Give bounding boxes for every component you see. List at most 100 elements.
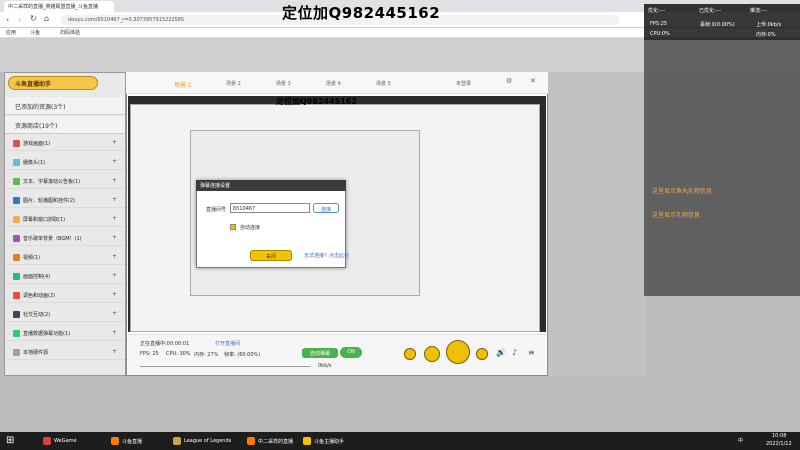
- camera-icon[interactable]: [404, 348, 416, 360]
- close-icon[interactable]: ✕: [530, 77, 536, 85]
- category-label: 图片、轮播图和挂件(2): [23, 198, 76, 204]
- resource-category[interactable]: 摄像头(1) +: [5, 155, 125, 170]
- app-icon: [247, 437, 255, 445]
- category-icon: [13, 140, 20, 147]
- windows-taskbar: ⊞ WeGame 斗鱼直播 League of Legends 中二采样的直播 斗鱼主播…: [0, 432, 800, 450]
- home-icon[interactable]: ⌂: [44, 14, 49, 23]
- add-icon[interactable]: +: [112, 158, 117, 165]
- add-icon[interactable]: +: [112, 215, 117, 222]
- category-label: 调色和动画(2): [23, 293, 56, 299]
- connect-button[interactable]: 连接: [313, 203, 339, 213]
- add-icon[interactable]: +: [112, 310, 117, 317]
- add-icon[interactable]: +: [112, 234, 117, 241]
- tab-scene-3[interactable]: 场景 3: [276, 80, 291, 87]
- room-input[interactable]: 6510467: [230, 203, 310, 213]
- reload-icon[interactable]: ↻: [30, 14, 37, 23]
- add-icon[interactable]: +: [112, 196, 117, 203]
- watermark-text: 定位加Q982445162: [282, 4, 441, 22]
- status-mem: 内存: 27%: [194, 352, 219, 358]
- add-icon[interactable]: +: [112, 272, 117, 279]
- resource-category[interactable]: 音乐歌单背景（BGM）(1) +: [5, 231, 125, 246]
- add-icon[interactable]: +: [112, 253, 117, 260]
- add-icon[interactable]: +: [112, 291, 117, 298]
- taskbar-app[interactable]: 中二采样的直播: [244, 434, 297, 448]
- taskbar-app[interactable]: WeGame: [40, 434, 81, 448]
- volume-icon[interactable]: 🔊: [496, 348, 506, 357]
- perf-upload: 上传:0kb/s: [756, 22, 782, 28]
- clock-date[interactable]: 2022/1/12: [766, 441, 792, 447]
- dialog-close-button[interactable]: 关闭: [250, 250, 292, 261]
- speaker-icon[interactable]: ♪: [512, 348, 517, 357]
- upload-rate: 0kb/s: [318, 363, 332, 369]
- category-label: 社交互动(2): [23, 312, 51, 318]
- back-icon[interactable]: ‹: [6, 15, 9, 24]
- tab-scene-2[interactable]: 场景 2: [226, 80, 241, 87]
- category-icon: [13, 273, 20, 280]
- category-icon: [13, 197, 20, 204]
- bookmark-douyu[interactable]: 斗鱼: [30, 29, 40, 36]
- taskbar-app[interactable]: 斗鱼主播助手: [300, 434, 348, 448]
- forward-icon[interactable]: ›: [18, 15, 21, 24]
- app-icon: [43, 437, 51, 445]
- user-status[interactable]: 未登录: [456, 80, 471, 87]
- taskbar-app[interactable]: 斗鱼直播: [108, 434, 146, 448]
- bookmark-scan[interactable]: 扫码体验: [60, 29, 80, 36]
- status-bandwidth: 帧率: (60.00%): [224, 352, 261, 358]
- resource-category[interactable]: 文本、字幕滚动公告板(1) +: [5, 174, 125, 189]
- add-icon[interactable]: +: [112, 348, 117, 355]
- auto-connect-checkbox[interactable]: [230, 224, 236, 230]
- tab-scene-5[interactable]: 场景 5: [376, 80, 391, 87]
- category-icon: [13, 178, 20, 185]
- resource-category[interactable]: 视频(1) +: [5, 250, 125, 265]
- taskbar-app-label: 斗鱼主播助手: [314, 439, 345, 445]
- open-room-link[interactable]: 打开直播间: [215, 340, 240, 347]
- add-icon[interactable]: +: [112, 177, 117, 184]
- resource-category[interactable]: 调色和动画(2) +: [5, 288, 125, 303]
- resource-category[interactable]: 屏幕和窗口抓取(1) +: [5, 212, 125, 227]
- tab-scene-4[interactable]: 场景 4: [326, 80, 341, 87]
- ime-indicator[interactable]: 中: [738, 437, 743, 444]
- resource-category[interactable]: 图片、轮播图和挂件(2) +: [5, 193, 125, 208]
- resource-category[interactable]: 本地硬件源 +: [5, 345, 125, 360]
- add-icon[interactable]: +: [112, 139, 117, 146]
- perf-h1: 优化:---: [648, 8, 666, 14]
- taskbar-app-label: WeGame: [54, 438, 77, 444]
- resource-category[interactable]: 游戏画面(1) +: [5, 136, 125, 151]
- resource-category[interactable]: 社交互动(2) +: [5, 307, 125, 322]
- record-icon[interactable]: [424, 346, 440, 362]
- browser-tab[interactable]: 中二采样的直播_英雄联盟直播_斗鱼直播: [4, 1, 114, 12]
- perf-fps: FPS:25: [650, 21, 668, 27]
- taskbar-app[interactable]: League of Legends: [170, 434, 235, 448]
- help-link[interactable]: 无法连接？点击此处: [304, 252, 349, 259]
- auto-danmu-toggle[interactable]: 自动弹幕: [302, 348, 338, 358]
- category-icon: [13, 349, 20, 356]
- auto-connect-label: 自动连接: [240, 225, 261, 231]
- category-icon: [13, 311, 20, 318]
- perf-cpu: CPU:0%: [650, 31, 670, 37]
- category-icon: [13, 330, 20, 337]
- resource-category[interactable]: 画面控制(4) +: [5, 269, 125, 284]
- add-icon[interactable]: +: [112, 329, 117, 336]
- resource-category[interactable]: 直播数据弹幕功能(1) +: [5, 326, 125, 341]
- start-stream-button[interactable]: [446, 340, 470, 364]
- perf-mem: 内存:0%: [756, 32, 776, 38]
- tab-scene-1[interactable]: 场景 1: [174, 80, 192, 89]
- on-toggle[interactable]: ON: [340, 347, 362, 358]
- mic-icon[interactable]: [476, 348, 488, 360]
- windows-start-icon[interactable]: ⊞: [6, 435, 14, 446]
- menu-icon[interactable]: ≡: [528, 348, 535, 357]
- gift-info-2: 这里显示礼物信息: [652, 212, 701, 219]
- clock-time[interactable]: 10:08: [772, 433, 786, 439]
- section-store[interactable]: 资源商店(19个): [5, 116, 125, 134]
- performance-overlay: 优化:--- 已优化:--- 推流:--- FPS:25 丢帧:0(0.00%)…: [644, 4, 800, 40]
- section-added[interactable]: 已添加的资源(3个): [5, 97, 125, 115]
- perf-h3: 推流:---: [750, 8, 768, 14]
- dialog-title: 弹幕连接设置: [196, 180, 346, 191]
- settings-icon[interactable]: ⚙: [506, 77, 512, 85]
- app-icon: [303, 437, 311, 445]
- app-icon: [173, 437, 181, 445]
- scene-tabs: 场景 1 场景 2 场景 3 场景 4 场景 5 未登录 ⚙ ✕: [126, 72, 548, 94]
- category-label: 视频(1): [23, 255, 41, 261]
- bookmark-apps[interactable]: 应用: [6, 29, 16, 36]
- category-label: 摄像头(1): [23, 160, 46, 166]
